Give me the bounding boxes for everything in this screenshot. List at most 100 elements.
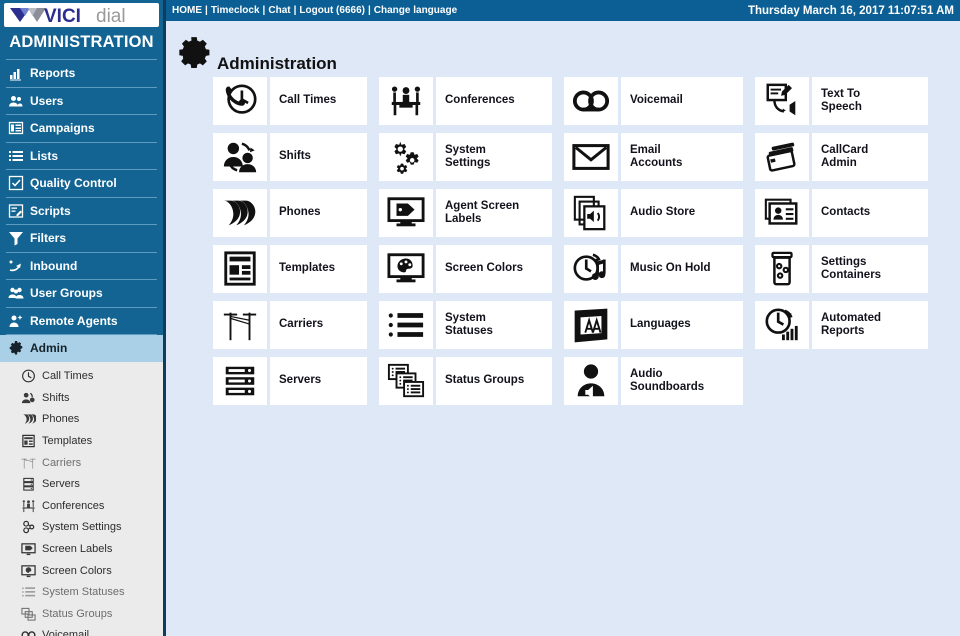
sidebar-subitem-phones[interactable]: Phones (0, 409, 163, 431)
phones-multi-icon (213, 189, 267, 237)
sidebar-item-campaigns[interactable]: Campaigns (0, 115, 163, 142)
admin-card-call-times[interactable]: Call Times (213, 77, 367, 125)
top-nav-separator: | (367, 5, 371, 16)
system-statuses-list-icon (379, 301, 433, 349)
sidebar-item-user-groups[interactable]: User Groups (0, 280, 163, 307)
admin-card-system-settings[interactable]: System Settings (379, 133, 552, 181)
sidebar-subitem-label: Screen Colors (42, 564, 112, 577)
admin-card-conferences[interactable]: Conferences (379, 77, 552, 125)
admin-card-label: Servers (279, 374, 322, 387)
admin-card-label-box: Automated Reports (812, 301, 928, 349)
sidebar-item-reports[interactable]: Reports (0, 60, 163, 87)
contacts-card-icon (755, 189, 809, 237)
admin-card-settings-containers[interactable]: Settings Containers (755, 245, 928, 293)
admin-card-audio-store[interactable]: Audio Store (564, 189, 743, 237)
sidebar-item-users[interactable]: Users (0, 88, 163, 115)
admin-card-shifts[interactable]: Shifts (213, 133, 367, 181)
admin-card-label-box: Audio Soundboards (621, 357, 743, 405)
admin-card-servers[interactable]: Servers (213, 357, 367, 405)
screen-labels-icon (21, 542, 36, 556)
sidebar: VICI dial ADMINISTRATION Reports Users Cam… (0, 0, 166, 636)
admin-card-callcard-admin[interactable]: CallCard Admin (755, 133, 928, 181)
vicidial-logo[interactable]: VICI dial (4, 3, 159, 27)
admin-card-label: CallCard Admin (821, 143, 869, 170)
admin-card-audio-soundboards[interactable]: Audio Soundboards (564, 357, 743, 405)
top-nav-link-home[interactable]: HOME (172, 5, 202, 16)
campaigns-window-icon (8, 121, 24, 136)
admin-card-label: Audio Store (630, 206, 696, 219)
sidebar-item-quality-control[interactable]: Quality Control (0, 170, 163, 197)
admin-card-label: Audio Soundboards (630, 367, 705, 394)
admin-card-music-on-hold[interactable]: Music On Hold (564, 245, 743, 293)
sidebar-item-label: Quality Control (30, 176, 117, 191)
status-groups-icon (21, 607, 36, 621)
admin-card-label: Carriers (279, 318, 324, 331)
admin-card-label-box: Voicemail (621, 77, 743, 125)
sidebar-title: ADMINISTRATION (9, 33, 154, 51)
sidebar-item-label: Users (30, 93, 64, 108)
checkbox-check-icon (8, 176, 24, 191)
sidebar-subitem-carriers[interactable]: Carriers (0, 452, 163, 474)
sidebar-subitem-conferences[interactable]: Conferences (0, 495, 163, 517)
admin-card-status-groups[interactable]: Status Groups (379, 357, 552, 405)
admin-card-contacts[interactable]: Contacts (755, 189, 928, 237)
sidebar-subitem-voicemail[interactable]: Voicemail (0, 625, 163, 636)
top-nav-separator: | (262, 5, 266, 16)
sidebar-nav: Reports Users Campaigns Lists Quality Contro… (0, 59, 163, 362)
sidebar-item-inbound[interactable]: Inbound (0, 253, 163, 280)
sidebar-subitem-templates[interactable]: Templates (0, 430, 163, 452)
gear-icon (177, 35, 211, 69)
sidebar-subitem-system-statuses[interactable]: System Statuses (0, 581, 163, 603)
admin-card-system-statuses[interactable]: System Statuses (379, 301, 552, 349)
admin-card-carriers[interactable]: Carriers (213, 301, 367, 349)
sidebar-item-filters[interactable]: Filters (0, 225, 163, 252)
top-nav-link-timeclock[interactable]: Timeclock (211, 5, 260, 16)
templates-page-icon (213, 245, 267, 293)
sidebar-subitem-call-times[interactable]: Call Times (0, 366, 163, 388)
sidebar-item-admin[interactable]: Admin (0, 335, 163, 362)
carrier-pole-icon (21, 456, 36, 470)
clock-icon (21, 369, 36, 383)
top-nav-link-change-language[interactable]: Change language (374, 5, 457, 16)
admin-card-languages[interactable]: Languages (564, 301, 743, 349)
admin-card-phones[interactable]: Phones (213, 189, 367, 237)
sidebar-subitem-status-groups[interactable]: Status Groups (0, 603, 163, 625)
top-nav-link-chat[interactable]: Chat (268, 5, 290, 16)
top-nav-link-logout-6666[interactable]: Logout (6666) (299, 5, 365, 16)
admin-card-templates[interactable]: Templates (213, 245, 367, 293)
admin-card-grid: Call Times Conferences Voicemail Text To Sp… (169, 77, 960, 413)
gear-icon (8, 341, 24, 356)
sidebar-subitem-screen-colors[interactable]: Screen Colors (0, 560, 163, 582)
sidebar-item-remote-agents[interactable]: Remote Agents (0, 308, 163, 335)
admin-card-label: System Statuses (445, 311, 493, 338)
admin-card-automated-reports[interactable]: Automated Reports (755, 301, 928, 349)
servers-rack-icon (213, 357, 267, 405)
sidebar-item-label: Campaigns (30, 121, 95, 136)
conference-table-icon (379, 77, 433, 125)
sidebar-subitem-screen-labels[interactable]: Screen Labels (0, 538, 163, 560)
admin-card-label: Agent Screen Labels (445, 199, 520, 226)
admin-card-text-to-speech[interactable]: Text To Speech (755, 77, 928, 125)
admin-card-agent-screen-labels[interactable]: Agent Screen Labels (379, 189, 552, 237)
top-nav-separator: | (205, 5, 208, 16)
script-pencil-icon (8, 203, 24, 218)
sidebar-subitem-label: System Settings (42, 521, 122, 534)
voicemail-icon (21, 628, 36, 636)
admin-card-label: Voicemail (630, 94, 683, 107)
sidebar-subitem-system-settings[interactable]: System Settings (0, 517, 163, 539)
page-title: Administration (217, 54, 337, 73)
admin-card-voicemail[interactable]: Voicemail (564, 77, 743, 125)
admin-card-label: Settings Containers (821, 255, 882, 282)
admin-card-email-accounts[interactable]: Email Accounts (564, 133, 743, 181)
sidebar-subitem-servers[interactable]: Servers (0, 473, 163, 495)
sidebar-item-lists[interactable]: Lists (0, 143, 163, 170)
sidebar-subitem-shifts[interactable]: Shifts (0, 387, 163, 409)
carriers-poles-icon (213, 301, 267, 349)
admin-card-screen-colors[interactable]: Screen Colors (379, 245, 552, 293)
admin-card-label: Music On Hold (630, 262, 711, 275)
inbound-arrow-icon (8, 258, 24, 273)
text-to-speech-icon (755, 77, 809, 125)
admin-card-label-box: Contacts (812, 189, 928, 237)
shifts-icon (21, 391, 36, 405)
sidebar-item-scripts[interactable]: Scripts (0, 198, 163, 225)
